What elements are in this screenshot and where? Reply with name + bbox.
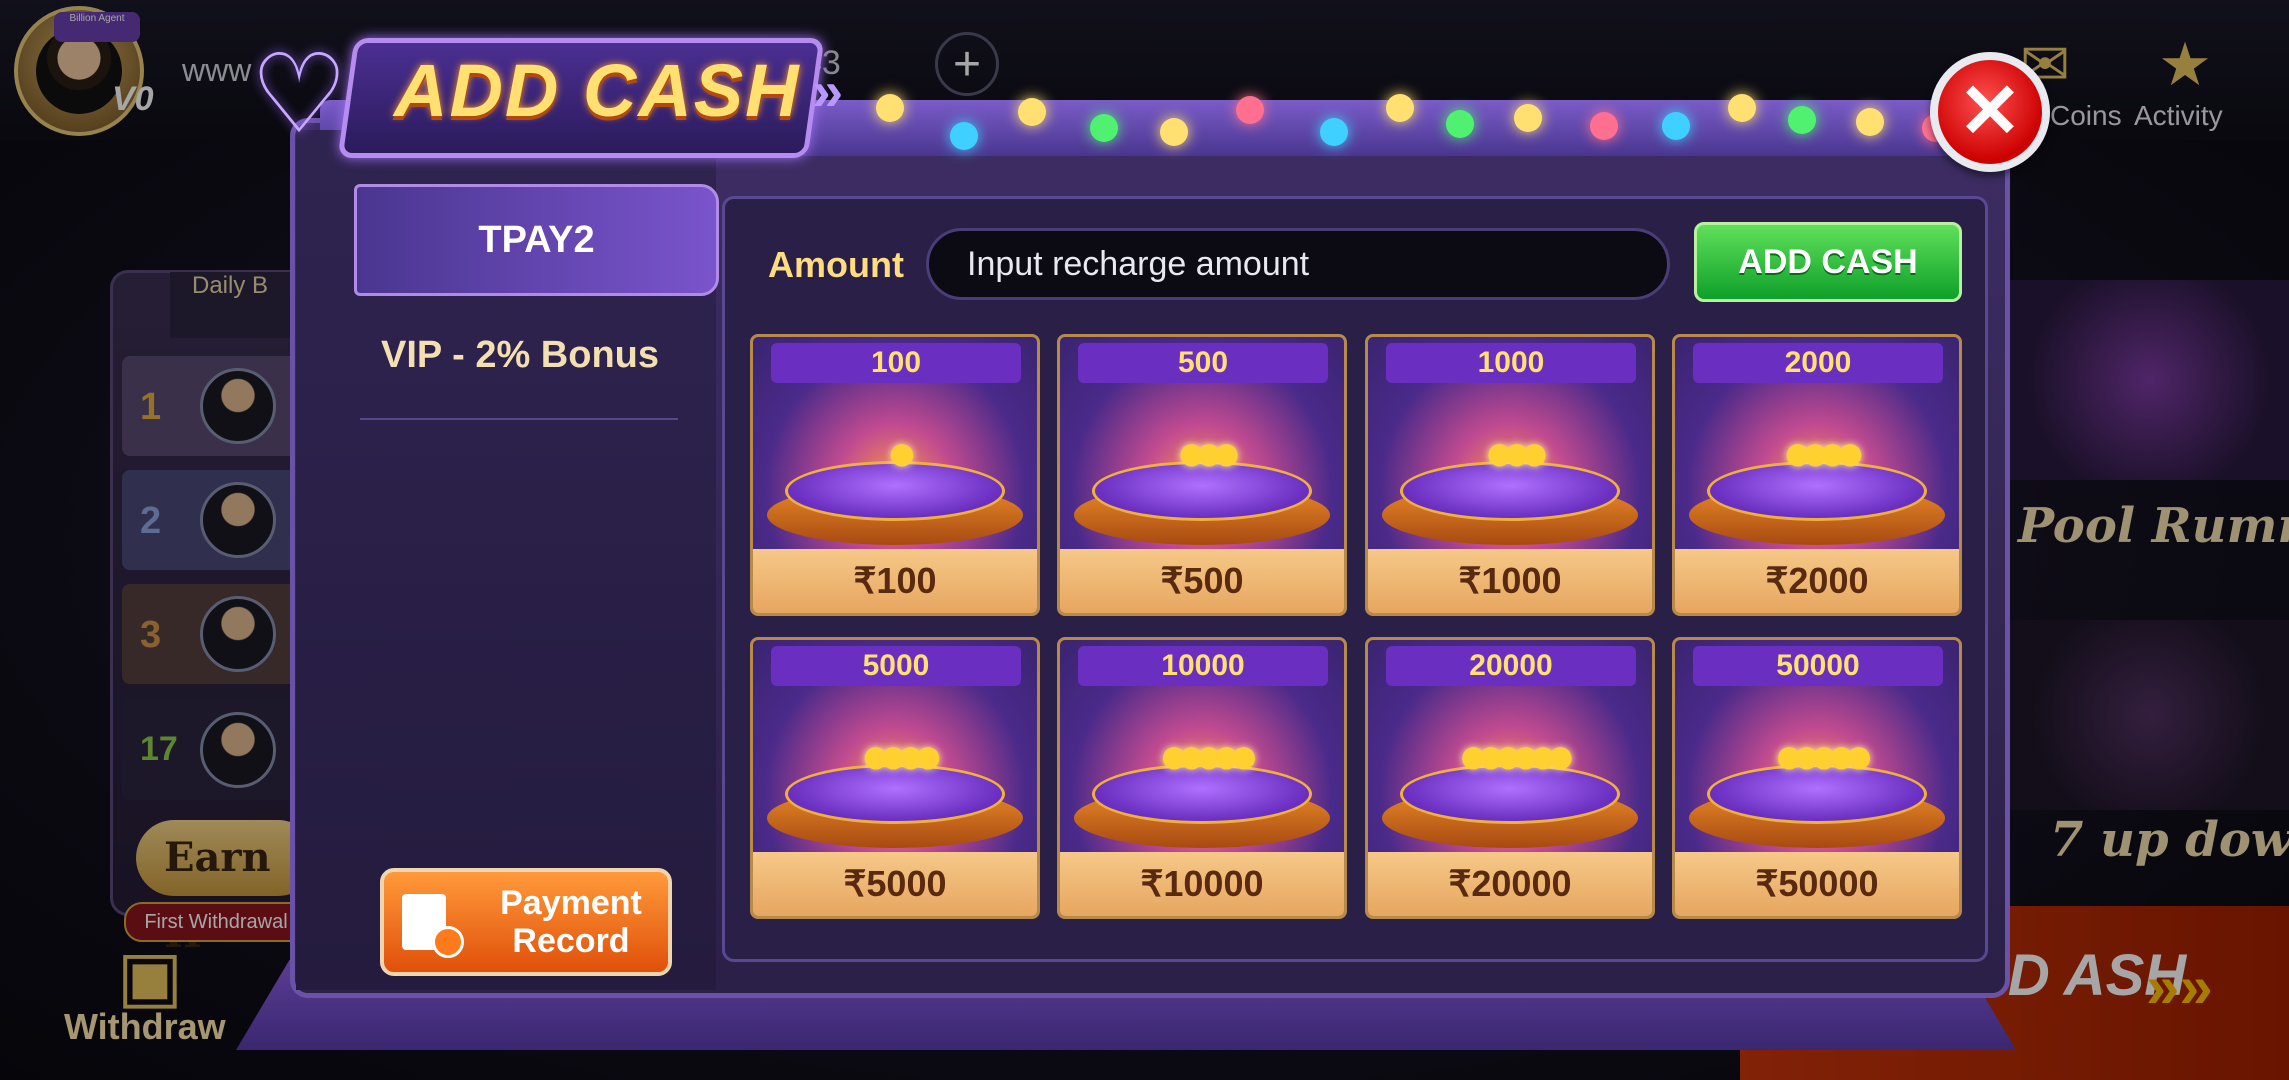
- package-price: ₹1000: [1368, 549, 1652, 613]
- light-bulb: [1320, 118, 1348, 146]
- coins-icon: ●●●●●: [1773, 727, 1874, 785]
- light-bulb: [1728, 94, 1756, 122]
- coins-icon: ●●●: [1483, 424, 1550, 482]
- package-card[interactable]: 10000 ●●●●● ₹10000: [1057, 637, 1347, 919]
- package-card[interactable]: 50000 ●●●●● ₹50000: [1672, 637, 1962, 919]
- light-bulb: [1788, 106, 1816, 134]
- package-price: ₹10000: [1060, 852, 1344, 916]
- package-price: ₹5000: [753, 852, 1037, 916]
- light-bulb: [1018, 98, 1046, 126]
- package-card[interactable]: 20000 ●●●●●● ₹20000: [1365, 637, 1655, 919]
- modal-title: ADD CASH: [394, 49, 801, 132]
- light-bulb: [1160, 118, 1188, 146]
- coins-icon: ●: [886, 424, 917, 482]
- light-bulb: [1446, 110, 1474, 138]
- light-bulb: [876, 94, 904, 122]
- package-card[interactable]: 2000 ●●●● ₹2000: [1672, 334, 1962, 616]
- divider: [360, 418, 678, 420]
- vip-bonus-text: VIP - 2% Bonus: [380, 334, 660, 376]
- coins-icon: ●●●●: [860, 727, 944, 785]
- package-amount: 2000: [1693, 343, 1943, 383]
- amount-input[interactable]: [926, 228, 1670, 300]
- light-bulb: [1590, 112, 1618, 140]
- light-bulb: [1856, 108, 1884, 136]
- tab-tpay2[interactable]: TPAY2: [354, 184, 719, 296]
- package-card[interactable]: 100 ● ₹100: [750, 334, 1040, 616]
- chevron-right-icon: »: [812, 59, 844, 122]
- package-card[interactable]: 1000 ●●● ₹1000: [1365, 334, 1655, 616]
- package-amount: 500: [1078, 343, 1328, 383]
- light-bulb: [1514, 104, 1542, 132]
- document-icon: [402, 894, 464, 958]
- package-price: ₹500: [1060, 549, 1344, 613]
- payment-record-button[interactable]: Payment Record: [380, 868, 672, 976]
- light-bulb: [1090, 114, 1118, 142]
- package-price: ₹2000: [1675, 549, 1959, 613]
- package-card[interactable]: 500 ●●● ₹500: [1057, 334, 1347, 616]
- package-card[interactable]: 5000 ●●●● ₹5000: [750, 637, 1040, 919]
- payment-record-label: Payment Record: [500, 884, 642, 960]
- package-price: ₹100: [753, 549, 1037, 613]
- package-amount: 5000: [771, 646, 1021, 686]
- package-amount: 20000: [1386, 646, 1636, 686]
- coins-icon: ●●●: [1175, 424, 1242, 482]
- package-price: ₹50000: [1675, 852, 1959, 916]
- coins-icon: ●●●●: [1782, 424, 1866, 482]
- close-button[interactable]: ✕: [1930, 52, 2050, 172]
- package-amount: 1000: [1386, 343, 1636, 383]
- package-amount: 50000: [1693, 646, 1943, 686]
- add-cash-button[interactable]: ADD CASH: [1694, 222, 1962, 302]
- package-amount: 10000: [1078, 646, 1328, 686]
- coins-icon: ●●●●●●: [1457, 727, 1576, 785]
- package-amount: 100: [771, 343, 1021, 383]
- heart-icon: ♡: [249, 33, 349, 156]
- light-bulb: [1662, 112, 1690, 140]
- light-bulb: [1236, 96, 1264, 124]
- amount-label: Amount: [768, 244, 904, 285]
- light-bulb: [1386, 94, 1414, 122]
- package-price: ₹20000: [1368, 852, 1652, 916]
- light-bulb: [950, 122, 978, 150]
- coins-icon: ●●●●●: [1158, 727, 1259, 785]
